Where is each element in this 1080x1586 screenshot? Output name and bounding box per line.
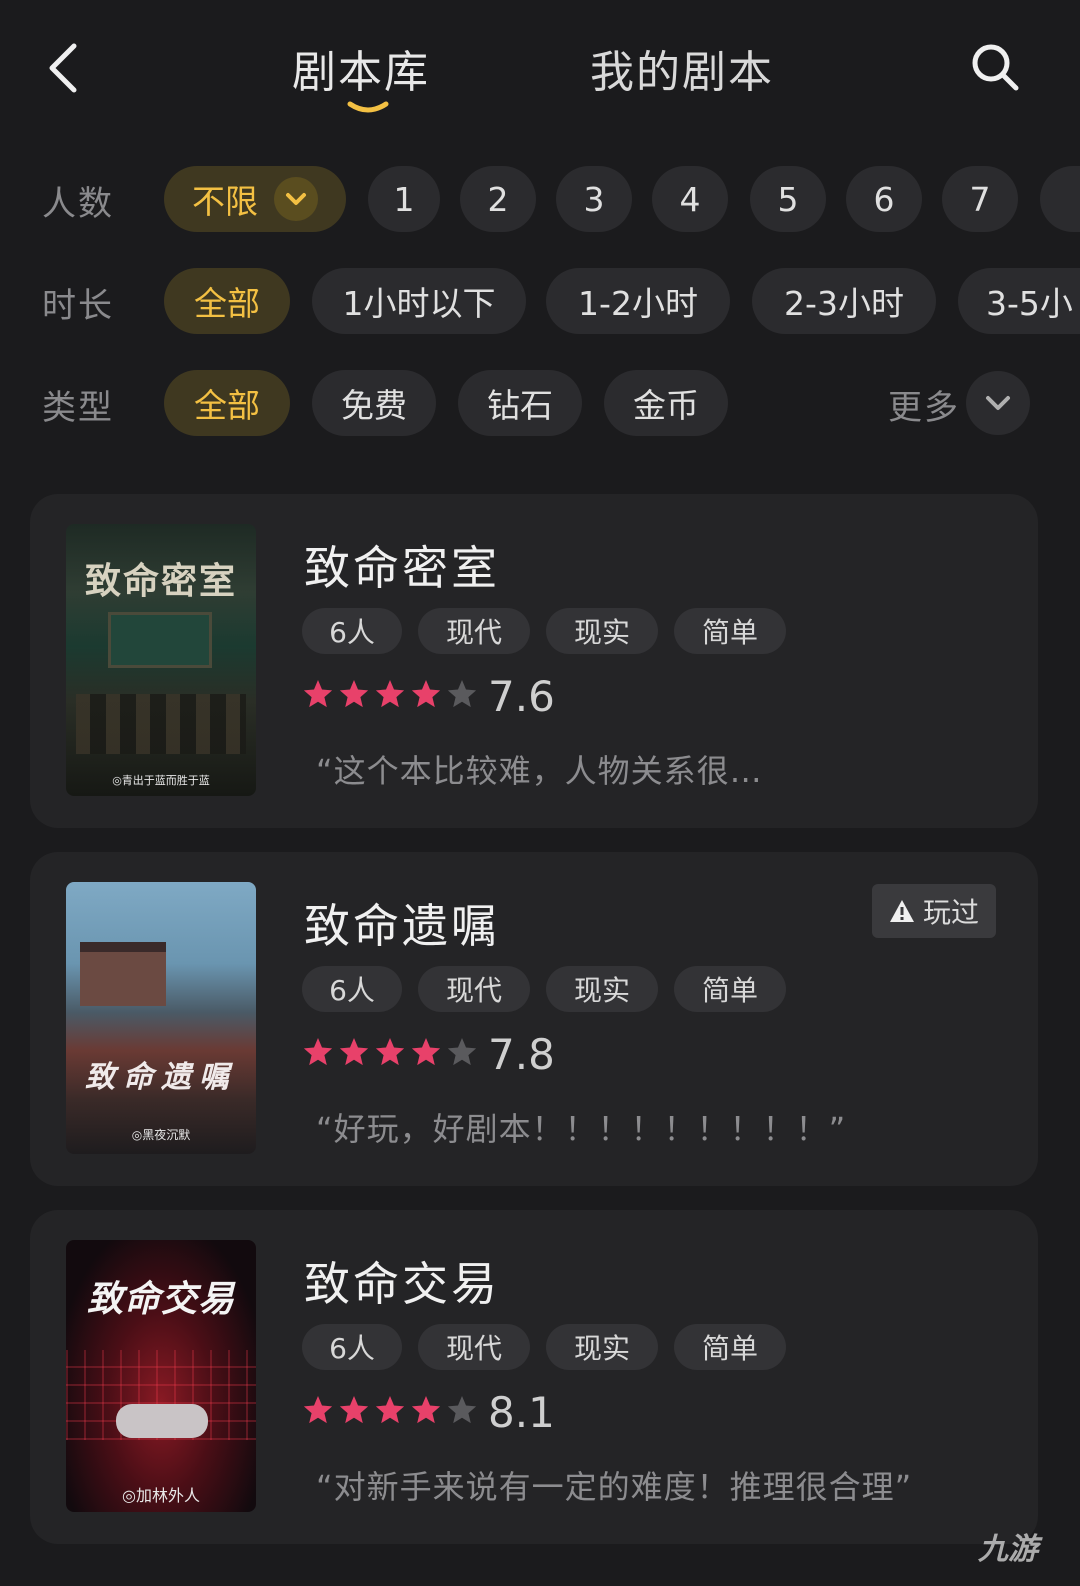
script-cover-image: 致命遗嘱 ◎黑夜沉默 <box>66 882 256 1154</box>
star-icon <box>339 680 369 708</box>
filter-chip-type-gold[interactable]: 金币 <box>604 370 728 436</box>
cover-author-text: ◎黑夜沉默 <box>131 1128 191 1142</box>
star-icon <box>339 1396 369 1424</box>
tag-era: 现代 <box>418 1324 530 1370</box>
search-icon <box>972 44 1019 91</box>
filter-chip-people-5[interactable]: 5 <box>750 166 826 232</box>
warning-icon <box>889 900 914 922</box>
tag-difficulty: 简单 <box>674 608 786 654</box>
star-icon <box>303 1038 333 1066</box>
filter-chip-people-2[interactable]: 2 <box>460 166 536 232</box>
star-icon <box>411 1396 441 1424</box>
rating-value: 8.1 <box>488 1388 555 1437</box>
played-badge-label: 玩过 <box>922 896 979 929</box>
tag-genre: 现实 <box>546 1324 658 1370</box>
back-button[interactable] <box>40 38 88 98</box>
star-icon <box>375 1038 405 1066</box>
tag-players: 6人 <box>302 966 402 1012</box>
filter-chip-duration-all[interactable]: 全部 <box>164 268 290 334</box>
cover-title-text: 致命密室 <box>84 560 237 602</box>
star-icon <box>447 1038 477 1066</box>
filter-chip-duration-under-1h[interactable]: 1小时以下 <box>312 268 526 334</box>
filter-chip-people-4[interactable]: 4 <box>652 166 728 232</box>
played-badge: 玩过 <box>872 884 996 938</box>
filter-chip-duration-2-3h[interactable]: 2-3小时 <box>752 268 936 334</box>
filter-chip-type-diamond[interactable]: 钻石 <box>458 370 582 436</box>
star-icon <box>411 1038 441 1066</box>
filter-chip-people-1[interactable]: 1 <box>368 166 440 232</box>
filter-chip-people-6[interactable]: 6 <box>846 166 922 232</box>
tag-players: 6人 <box>302 1324 402 1370</box>
cover-title-text: 致命交易 <box>86 1278 235 1320</box>
tag-era: 现代 <box>418 608 530 654</box>
chevron-down-icon <box>986 396 1010 410</box>
filter-chip-type-all[interactable]: 全部 <box>164 370 290 436</box>
cover-author-text: ◎加林外人 <box>122 1486 200 1505</box>
star-icon <box>339 1038 369 1066</box>
script-card[interactable]: 致命密室 ◎青出于蓝而胜于蓝 致命密室 6人 现代 现实 简单 7.6 “这个本… <box>30 494 1038 828</box>
review-snippet: “好玩，好剧本！！！！！！！！！” <box>316 1110 847 1148</box>
rating-value: 7.6 <box>488 672 555 721</box>
rating-value: 7.8 <box>488 1030 555 1079</box>
filter-chip-people-7[interactable]: 7 <box>942 166 1018 232</box>
cover-mansion <box>80 942 166 1006</box>
cover-blackboard <box>108 612 212 668</box>
filter-chip-type-free[interactable]: 免费 <box>312 370 436 436</box>
filter-label-people: 人数 <box>42 184 114 224</box>
chevron-left-icon <box>49 43 77 93</box>
filter-chip-duration-1-2h[interactable]: 1-2小时 <box>546 268 730 334</box>
script-title: 致命遗嘱 <box>304 899 500 953</box>
filter-chip-people-any[interactable]: 不限 <box>164 166 346 232</box>
star-icon <box>375 1396 405 1424</box>
script-cover-image: 致命交易 ◎加林外人 <box>66 1240 256 1512</box>
script-library-screen: 剧本库 我的剧本 人数 不限 1 2 3 4 5 6 7 时长 全部 1小时以下… <box>0 0 1080 1586</box>
tab-my-scripts[interactable]: 我的剧本 <box>590 36 774 100</box>
tag-players: 6人 <box>302 608 402 654</box>
watermark-logo: 九游 <box>978 1532 1038 1567</box>
script-title: 致命密室 <box>304 541 500 595</box>
review-snippet: “对新手来说有一定的难度！推理很合理” <box>316 1468 913 1506</box>
star-icon <box>411 680 441 708</box>
tag-era: 现代 <box>418 966 530 1012</box>
search-button[interactable] <box>968 40 1022 94</box>
cover-title-text: 致命遗嘱 <box>85 1060 237 1095</box>
cover-desks <box>76 694 246 754</box>
star-icon <box>303 1396 333 1424</box>
filter-label-duration: 时长 <box>42 286 114 326</box>
tag-genre: 现实 <box>546 608 658 654</box>
more-filters-label[interactable]: 更多 <box>888 380 960 429</box>
filter-label-type: 类型 <box>42 388 114 428</box>
filter-row-people: 人数 不限 1 2 3 4 5 6 7 <box>0 166 1080 232</box>
chevron-down-icon <box>274 177 318 221</box>
tag-genre: 现实 <box>546 966 658 1012</box>
filter-chip-duration-3-5h[interactable]: 3-5小 <box>958 268 1080 334</box>
filter-row-duration: 时长 全部 1小时以下 1-2小时 2-3小时 3-5小 <box>0 268 1080 334</box>
tag-difficulty: 简单 <box>674 966 786 1012</box>
filter-row-type: 类型 全部 免费 钻石 金币 更多 <box>0 370 1080 436</box>
filter-chip-people-overflow[interactable] <box>1040 166 1080 232</box>
filter-chip-people-3[interactable]: 3 <box>556 166 632 232</box>
chip-label: 不限 <box>192 182 258 221</box>
review-snippet: “这个本比较难，人物关系很… <box>316 752 763 790</box>
script-title: 致命交易 <box>304 1257 500 1311</box>
tab-script-library[interactable]: 剧本库 <box>292 36 430 100</box>
more-filters-button[interactable] <box>966 371 1030 435</box>
star-icon <box>447 680 477 708</box>
star-icon <box>447 1396 477 1424</box>
script-card[interactable]: 致命交易 ◎加林外人 致命交易 6人 现代 现实 简单 8.1 “对新手来说有一… <box>30 1210 1038 1544</box>
star-icon <box>375 680 405 708</box>
script-card[interactable]: 致命遗嘱 ◎黑夜沉默 致命遗嘱 玩过 6人 现代 现实 简单 7.8 “好玩，好… <box>30 852 1038 1186</box>
tag-difficulty: 简单 <box>674 1324 786 1370</box>
cover-handshake <box>116 1404 208 1438</box>
script-cover-image: 致命密室 ◎青出于蓝而胜于蓝 <box>66 524 256 796</box>
active-tab-indicator <box>347 101 389 113</box>
star-icon <box>303 680 333 708</box>
cover-author-text: ◎青出于蓝而胜于蓝 <box>112 774 210 787</box>
top-nav: 剧本库 我的剧本 <box>0 0 1080 130</box>
